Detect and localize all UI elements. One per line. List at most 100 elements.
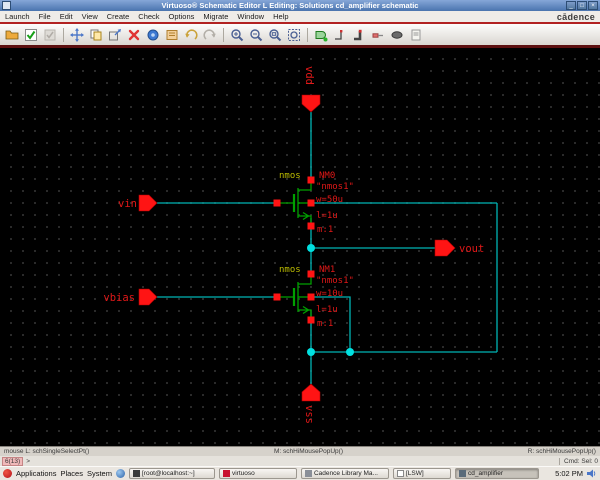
nm1-length-label: l=1u [316,305,338,315]
redo-button[interactable] [201,26,219,44]
cadence-logo: cādence [556,11,595,22]
wide-wire-icon [354,29,362,40]
toolbar [0,24,600,48]
pin-vss[interactable] [301,383,321,402]
properties-button[interactable] [163,26,181,44]
nm0-model-label: "nmos1" [316,182,354,192]
taskbar-menu-system[interactable]: System [87,469,112,478]
nm0-lib-label: nmos [279,171,301,181]
task-library-manager[interactable]: Cadence Library Ma... [300,468,389,479]
task-lsw[interactable]: [LSW] [392,468,451,479]
terminal-icon [132,470,140,477]
open-folder-icon [5,30,19,39]
menu-create[interactable]: Create [107,12,130,21]
zoom-in-button[interactable] [228,26,246,44]
save-button[interactable] [41,26,59,44]
nm0-source-terminal [307,222,315,230]
stretch-icon [109,28,121,40]
instance-nm0[interactable] [273,176,315,230]
create-note-button[interactable] [407,26,425,44]
maximize-button[interactable]: □ [577,1,587,10]
browser-launcher-icon[interactable] [115,469,125,478]
menu-edit[interactable]: Edit [60,12,73,21]
nm1-gate-terminal [273,293,281,301]
task-terminal[interactable]: [root@localhost:~] [128,468,215,479]
pin-vdd[interactable] [301,94,321,113]
statusbar-prompt: 6(13) > Cmd: Sel: 0 [0,456,600,466]
pin-label-vout: vout [459,243,484,255]
menu-migrate[interactable]: Migrate [203,12,228,21]
nm1-width-label: w=10u [316,289,343,299]
create-wide-wire-button[interactable] [350,26,368,44]
menu-file[interactable]: File [39,12,51,21]
zoom-area-button[interactable] [266,26,284,44]
menu-window[interactable]: Window [237,12,264,21]
stretch-button[interactable] [106,26,124,44]
clock: 5:02 PM [555,469,583,478]
menu-view[interactable]: View [82,12,98,21]
schematic-window-icon [458,470,466,477]
taskbar: Applications Places System [root@localho… [0,466,600,480]
create-pin-button[interactable] [369,26,387,44]
screen: Virtuoso® Schematic Editor L Editing: So… [0,0,600,480]
minimize-button[interactable]: _ [566,1,576,10]
task-virtuoso[interactable]: virtuoso [218,468,297,479]
nm0-name-label: NM0 [319,171,335,181]
window-titlebar[interactable]: Virtuoso® Schematic Editor L Editing: So… [0,0,600,11]
pin-label-vin: vin [118,198,137,210]
window-icon [2,1,11,10]
task-cd-amplifier[interactable]: cd_amplifier [454,468,539,479]
taskbar-menu-places[interactable]: Places [60,469,83,478]
instance-nm1[interactable] [273,270,315,324]
virtuoso-icon [222,470,230,477]
check-save-button[interactable] [22,26,40,44]
undo-button[interactable] [182,26,200,44]
nm0-mult-label: m:1 [317,225,333,235]
zoom-out-button[interactable] [247,26,265,44]
close-button[interactable]: × [588,1,598,10]
redhat-menu-icon[interactable] [3,469,12,478]
status-left-binding: mouse L: schSingleSelectPt() [4,448,90,455]
create-instance-button[interactable] [312,26,330,44]
pin-vin[interactable] [138,194,158,212]
prompt-counter: 6(13) [2,456,24,466]
volume-icon[interactable] [587,469,597,478]
statusbar-bindings: mouse L: schSingleSelectPt() M: schHiMou… [0,446,600,456]
menu-check[interactable]: Check [138,12,159,21]
fit-button[interactable] [285,26,303,44]
menu-help[interactable]: Help [273,12,288,21]
move-icon [70,27,84,42]
nm1-lib-label: nmos [279,265,301,275]
delete-button[interactable] [125,26,143,44]
menu-options[interactable]: Options [169,12,195,21]
nm1-bulk-terminal [307,293,315,301]
create-wire-button[interactable] [331,26,349,44]
create-probe-button[interactable] [388,26,406,44]
pin-vout[interactable] [434,239,456,257]
open-button[interactable] [3,26,21,44]
pin-vbias[interactable] [138,288,158,306]
undo-icon [185,28,198,40]
junction-nm1-bulk-node[interactable] [346,348,354,356]
nm0-width-label: w=50u [316,195,343,205]
fit-icon [288,28,300,41]
schematic-canvas[interactable]: vdd vin vbias vout vss nmos NM0 "nmos1" … [0,48,600,446]
instance-icon [315,30,328,41]
nm1-model-label: "nmos1" [316,276,354,286]
nm1-drain-terminal [307,270,315,278]
window-title: Virtuoso® Schematic Editor L Editing: So… [161,1,419,10]
taskbar-menu-applications[interactable]: Applications [16,469,56,478]
nm0-bulk-terminal [307,199,315,207]
menubar: Launch File Edit View Create Check Optio… [0,11,600,24]
descend-button[interactable] [144,26,162,44]
save-icon [44,29,56,40]
move-button[interactable] [68,26,86,44]
nm1-name-label: NM1 [319,265,335,275]
menu-launch[interactable]: Launch [5,12,30,21]
status-middle-binding: M: schHiMousePopUp() [273,448,343,455]
properties-icon [166,29,178,40]
junction-vout-node[interactable] [307,244,315,252]
copy-button[interactable] [87,26,105,44]
junction-vss-node[interactable] [307,348,315,356]
selection-count: Cmd: Sel: 0 [559,457,598,465]
